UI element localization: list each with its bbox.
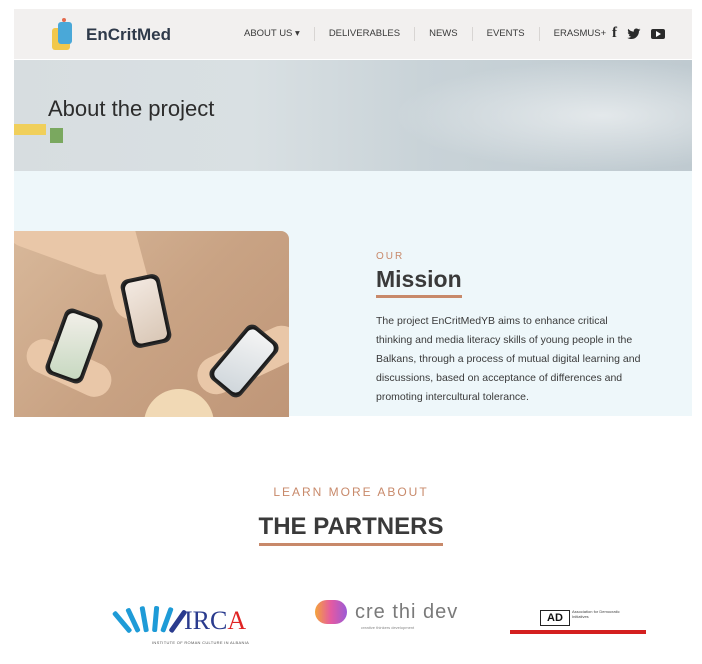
decorative-green-square xyxy=(50,128,63,143)
partners-kicker: LEARN MORE ABOUT xyxy=(273,485,429,499)
social-links: f xyxy=(612,25,665,42)
ad-red-bar xyxy=(510,630,646,634)
mission-kicker: OUR xyxy=(376,251,405,262)
ad-description: Association for Democratic Initiatives xyxy=(572,609,620,619)
logo-text: EnCritMed xyxy=(86,25,171,44)
irca-subtitle: INSTITUTE OF ROMAN CULTURE IN ALBANIA xyxy=(152,640,250,645)
partner-logo-irca[interactable]: IRCA INSTITUTE OF ROMAN CULTURE IN ALBAN… xyxy=(111,600,249,645)
crethidev-wordmark: cre thi dev xyxy=(355,600,459,623)
mission-heading: Mission xyxy=(376,266,462,298)
nav-about-us[interactable]: ABOUT US ▾ xyxy=(244,27,315,41)
nav-erasmus[interactable]: ERASMUS+ xyxy=(540,27,621,41)
mission-description: The project EnCritMedYB aims to enhance … xyxy=(376,315,641,403)
decorative-yellow-bar xyxy=(14,124,46,135)
nav-events[interactable]: EVENTS xyxy=(473,27,540,41)
brain-icon xyxy=(315,600,347,624)
partners-heading: THE PARTNERS xyxy=(258,513,444,546)
mission-text-block: OUR Mission The project EnCritMedYB aims… xyxy=(376,251,646,407)
hands-with-phones-image xyxy=(14,231,289,417)
banner-background xyxy=(392,60,692,171)
nav-news[interactable]: NEWS xyxy=(415,27,473,41)
irca-rays-icon xyxy=(111,600,188,634)
nav-deliverables[interactable]: DELIVERABLES xyxy=(315,27,416,41)
irca-wordmark: IRCA xyxy=(184,606,247,635)
partner-logo-crethidev[interactable]: cre thi dev creative thinkers developmen… xyxy=(315,600,459,630)
ad-wordmark: AD xyxy=(540,610,570,626)
youtube-icon[interactable] xyxy=(651,28,665,39)
page-banner: About the project xyxy=(14,60,692,171)
crethidev-subtitle: creative thinkers development xyxy=(361,625,415,630)
partners-heading-wrap: THE PARTNERS xyxy=(0,513,702,546)
logo-icon xyxy=(50,18,76,52)
main-nav: ABOUT US ▾ DELIVERABLES NEWS EVENTS ERAS… xyxy=(244,27,620,41)
site-logo[interactable]: EnCritMed xyxy=(50,18,171,52)
facebook-icon[interactable]: f xyxy=(612,25,617,42)
site-header: EnCritMed ABOUT US ▾ DELIVERABLES NEWS E… xyxy=(14,9,692,59)
twitter-icon[interactable] xyxy=(627,27,641,40)
mission-section: OUR Mission The project EnCritMedYB aims… xyxy=(14,171,692,417)
page-title: About the project xyxy=(48,96,215,121)
